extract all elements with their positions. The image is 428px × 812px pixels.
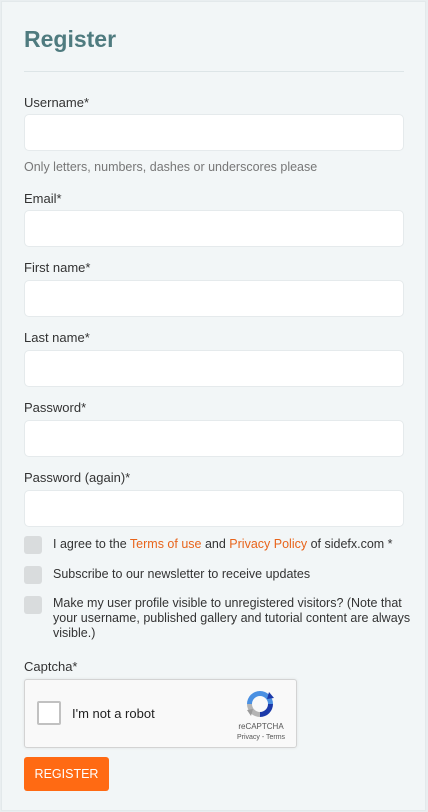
username-input[interactable]	[24, 114, 404, 151]
email-label: Email*	[24, 191, 62, 206]
recaptcha-label: I'm not a robot	[72, 706, 155, 721]
terms-of-use-link[interactable]: Terms of use	[130, 537, 202, 551]
recaptcha-icon	[247, 691, 274, 717]
privacy-policy-link[interactable]: Privacy Policy	[229, 537, 307, 551]
terms-and: and	[201, 537, 230, 551]
terms-prefix: I agree to the	[53, 537, 130, 551]
register-panel: Register Username* Only letters, numbers…	[1, 1, 426, 811]
captcha-label: Captcha*	[24, 659, 78, 674]
first-name-input[interactable]	[24, 280, 404, 317]
password-label: Password*	[24, 400, 87, 415]
recaptcha-privacy-link[interactable]: Privacy	[237, 734, 260, 741]
username-label: Username*	[24, 95, 90, 110]
username-help: Only letters, numbers, dashes or undersc…	[24, 160, 318, 174]
last-name-input[interactable]	[24, 350, 404, 387]
password-again-input[interactable]	[24, 490, 404, 527]
page-title: Register	[24, 26, 117, 52]
recaptcha-terms-link[interactable]: Terms	[266, 734, 285, 741]
password-input[interactable]	[24, 420, 404, 457]
password-again-label: Password (again)*	[24, 470, 131, 485]
last-name-label: Last name*	[24, 330, 90, 345]
recaptcha-checkbox[interactable]	[37, 701, 61, 725]
newsletter-checkbox[interactable]	[24, 566, 42, 584]
divider	[24, 71, 404, 72]
recaptcha-widget: I'm not a robot reCAPTCHA Privacy - Term…	[24, 679, 297, 748]
profile-visible-label: Make my user profile visible to unregist…	[53, 596, 411, 640]
profile-visible-checkbox[interactable]	[24, 596, 42, 614]
recaptcha-brand: reCAPTCHA	[238, 722, 284, 731]
first-name-label: First name*	[24, 260, 91, 275]
recaptcha-links: Privacy - Terms	[226, 734, 296, 741]
register-button[interactable]: REGISTER	[24, 757, 109, 791]
terms-label: I agree to the Terms of use and Privacy …	[53, 537, 413, 552]
terms-suffix: of sidefx.com *	[307, 537, 393, 551]
newsletter-label: Subscribe to our newsletter to receive u…	[53, 567, 311, 581]
email-input[interactable]	[24, 210, 404, 247]
terms-checkbox[interactable]	[24, 536, 42, 554]
